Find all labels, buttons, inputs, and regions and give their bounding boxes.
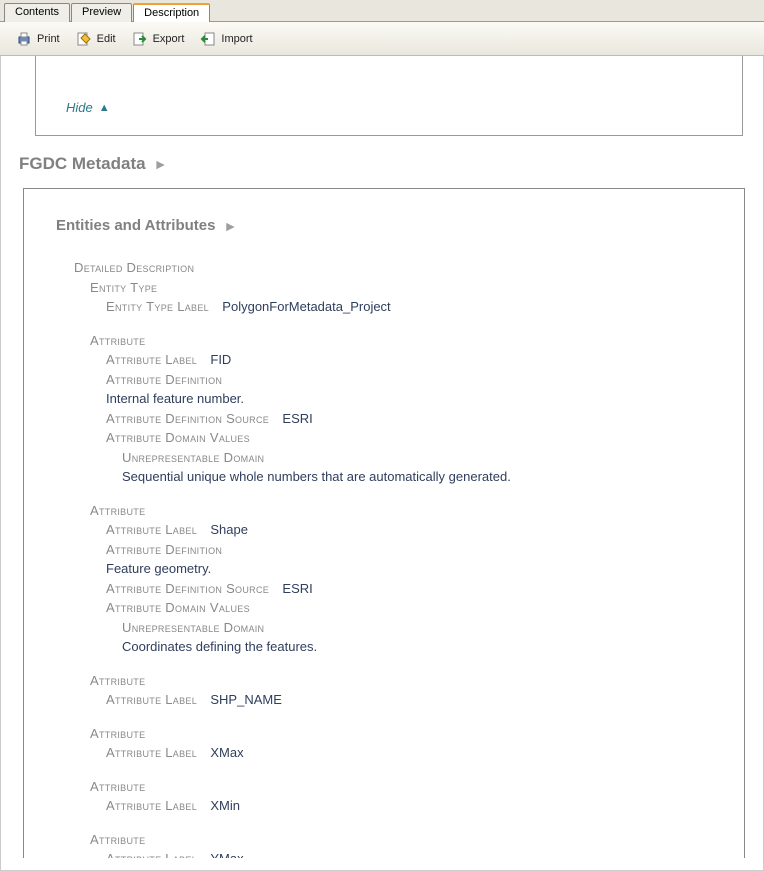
attr-defsrc-label: Attribute Definition Source — [106, 581, 269, 596]
import-label: Import — [221, 33, 252, 45]
content-area: Hide ▲ FGDC Metadata ► Entities and Attr… — [0, 56, 764, 871]
export-label: Export — [153, 33, 185, 45]
fgdc-title: FGDC Metadata — [19, 154, 146, 174]
hide-link-top[interactable]: Hide ▲ — [44, 100, 110, 115]
attr-label-value: FID — [200, 352, 231, 367]
attr-defsrc-value: ESRI — [272, 581, 312, 596]
entity-type-label-label: Entity Type Label — [106, 299, 209, 314]
edit-icon — [76, 31, 92, 47]
attr-label-value: YMax — [200, 851, 243, 858]
tab-preview[interactable]: Preview — [71, 3, 132, 22]
attr-def-value: Internal feature number. — [74, 389, 724, 409]
entity-type-label: Entity Type — [74, 278, 724, 298]
metadata-content: Detailed Description Entity Type Entity … — [56, 258, 724, 858]
tab-description[interactable]: Description — [133, 3, 210, 22]
export-button[interactable]: Export — [124, 28, 193, 50]
attr-label-value: XMin — [200, 798, 240, 813]
attribute-block: Attribute Attribute Label SHP_NAME — [74, 671, 724, 710]
attr-unrep-label: Unrepresentable Domain — [74, 618, 724, 638]
print-label: Print — [37, 33, 60, 45]
attr-label-label: Attribute Label — [106, 851, 197, 858]
print-button[interactable]: Print — [8, 28, 68, 50]
attribute-heading: Attribute — [74, 331, 724, 351]
scroll-region[interactable]: Hide ▲ FGDC Metadata ► Entities and Attr… — [13, 56, 751, 858]
import-icon — [200, 31, 216, 47]
attr-def-label: Attribute Definition — [74, 370, 724, 390]
tab-contents[interactable]: Contents — [4, 3, 70, 22]
attr-label-label: Attribute Label — [106, 745, 197, 760]
attr-label-label: Attribute Label — [106, 522, 197, 537]
attr-defsrc-value: ESRI — [272, 411, 312, 426]
attribute-heading: Attribute — [74, 671, 724, 691]
attribute-heading: Attribute — [74, 724, 724, 744]
attr-unrep-label: Unrepresentable Domain — [74, 448, 724, 468]
attr-label-value: SHP_NAME — [200, 692, 282, 707]
entities-header[interactable]: Entities and Attributes ► — [56, 217, 724, 234]
tab-bar: Contents Preview Description — [0, 0, 764, 22]
attribute-block: Attribute Attribute Label Shape Attribut… — [74, 501, 724, 657]
export-icon — [132, 31, 148, 47]
toolbar: Print Edit Export Import — [0, 22, 764, 56]
entities-title: Entities and Attributes — [56, 217, 215, 234]
attr-label-value: XMax — [200, 745, 243, 760]
attr-label-value: Shape — [200, 522, 248, 537]
attr-domain-label: Attribute Domain Values — [74, 598, 724, 618]
attribute-heading: Attribute — [74, 830, 724, 850]
attr-def-value: Feature geometry. — [74, 559, 724, 579]
attribute-heading: Attribute — [74, 777, 724, 797]
edit-label: Edit — [97, 33, 116, 45]
import-button[interactable]: Import — [192, 28, 260, 50]
attribute-block: Attribute Attribute Label XMax — [74, 724, 724, 763]
attr-unrep-value: Sequential unique whole numbers that are… — [74, 467, 724, 487]
attr-def-label: Attribute Definition — [74, 540, 724, 560]
upper-panel: Hide ▲ — [35, 56, 743, 136]
attribute-heading: Attribute — [74, 501, 724, 521]
attribute-block: Attribute Attribute Label FID Attribute … — [74, 331, 724, 487]
entity-type-label-value: PolygonForMetadata_Project — [212, 299, 390, 314]
attribute-block: Attribute Attribute Label XMin — [74, 777, 724, 816]
attr-domain-label: Attribute Domain Values — [74, 428, 724, 448]
attribute-block: Attribute Attribute Label YMax — [74, 830, 724, 859]
attr-label-label: Attribute Label — [106, 798, 197, 813]
expand-arrow-icon: ► — [154, 156, 168, 172]
upper-panel-content — [44, 64, 734, 76]
hide-label-top: Hide — [66, 100, 93, 115]
attr-unrep-value: Coordinates defining the features. — [74, 637, 724, 657]
print-icon — [16, 31, 32, 47]
fgdc-section-header[interactable]: FGDC Metadata ► — [19, 154, 751, 174]
attr-label-label: Attribute Label — [106, 692, 197, 707]
entities-panel: Entities and Attributes ► Detailed Descr… — [23, 188, 745, 858]
attr-defsrc-label: Attribute Definition Source — [106, 411, 269, 426]
edit-button[interactable]: Edit — [68, 28, 124, 50]
expand-arrow-icon: ► — [223, 218, 237, 234]
collapse-up-icon: ▲ — [99, 102, 110, 114]
detailed-description-label: Detailed Description — [74, 258, 724, 278]
attr-label-label: Attribute Label — [106, 352, 197, 367]
